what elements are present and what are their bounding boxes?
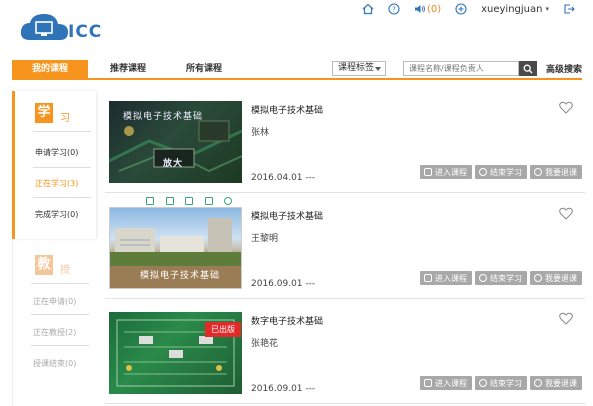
course-date: 2016.04.01 ---	[251, 173, 316, 183]
heart-icon[interactable]	[559, 312, 573, 325]
logo[interactable]: ICC	[20, 8, 110, 46]
tab-all-courses[interactable]: 所有课程	[178, 60, 230, 78]
power-icon	[534, 168, 542, 176]
sidebar-item-finished-learning[interactable]: 完成学习(0)	[35, 209, 78, 220]
checkbox-icon	[424, 274, 432, 282]
withdraw-course-label: 我要退课	[545, 378, 577, 388]
finish-learning-button[interactable]: 结束学习	[475, 165, 527, 179]
chevron-down-icon: ▾	[545, 5, 549, 13]
divider	[31, 283, 89, 284]
course-thumbnail[interactable]: 模拟电子技术基础	[109, 207, 242, 289]
course-teacher: 王黎明	[251, 234, 279, 244]
thumbnail-caption: 模拟电子技术基础	[140, 271, 221, 281]
chevron-down-icon	[375, 67, 381, 71]
help-icon[interactable]: ?	[388, 3, 400, 15]
search-icon	[523, 64, 533, 73]
course-actions: 进入课程 结束学习 我要退课	[420, 271, 582, 285]
logout-icon[interactable]	[563, 3, 575, 15]
power-icon	[479, 274, 487, 282]
power-icon	[479, 168, 487, 176]
withdraw-course-button[interactable]: 我要退课	[530, 271, 582, 285]
thumbnail-subcaption: 放大	[163, 159, 184, 169]
divider	[31, 345, 89, 346]
course-card: 数字电子技术基础 张艳花 2016.09.01 --- 进入课程 结束学习 我要…	[105, 306, 585, 404]
checkbox-icon	[424, 168, 432, 176]
enter-course-button[interactable]: 进入课程	[420, 165, 472, 179]
teach-heading-suffix: 授	[60, 265, 70, 276]
course-tag-select-value: 课程标签	[338, 63, 375, 73]
finish-learning-label: 结束学习	[490, 378, 522, 388]
header: ICC ? (0) xueyingjuan ▾	[0, 0, 593, 56]
course-title[interactable]: 模拟电子技术基础	[251, 209, 323, 222]
course-actions: 进入课程 结束学习 我要退课	[420, 376, 582, 390]
enter-course-label: 进入课程	[435, 167, 467, 177]
speaker-icon	[414, 5, 425, 13]
tab-recommended-courses[interactable]: 推荐课程	[102, 60, 154, 78]
heart-icon[interactable]	[559, 207, 573, 220]
finish-learning-label: 结束学习	[490, 167, 522, 177]
sidebar: 学 习 申请学习(0) 正在学习(3) 完成学习(0) 教 授 正在申请(0) …	[12, 91, 96, 406]
course-actions: 进入课程 结束学习 我要退课	[420, 165, 582, 179]
enter-course-label: 进入课程	[435, 273, 467, 283]
search-input[interactable]	[403, 61, 519, 76]
course-title[interactable]: 数字电子技术基础	[251, 314, 323, 327]
finish-learning-button[interactable]: 结束学习	[475, 376, 527, 390]
notification[interactable]: (0)	[414, 3, 441, 15]
divider	[33, 167, 91, 168]
course-card: 模拟电子技术基础 模拟电子技术基础 王黎明 2016.09.01 --- 进入课…	[105, 201, 585, 299]
learn-heading-char: 学	[35, 103, 53, 123]
logo-text: ICC	[68, 22, 103, 42]
enter-course-label: 进入课程	[435, 378, 467, 388]
heart-icon[interactable]	[559, 101, 573, 114]
sidebar-item-apply-learning[interactable]: 申请学习(0)	[35, 147, 78, 158]
divider	[31, 314, 89, 315]
thumbnail-caption: 模拟电子技术基础	[123, 112, 204, 122]
add-icon[interactable]	[455, 3, 467, 15]
top-toolbar: ? (0) xueyingjuan ▾	[362, 2, 575, 16]
tab-my-courses[interactable]: 我的课程	[12, 60, 88, 78]
username: xueyingjuan	[481, 3, 543, 15]
finish-learning-label: 结束学习	[490, 273, 522, 283]
divider	[33, 197, 91, 198]
enter-course-button[interactable]: 进入课程	[420, 376, 472, 390]
notification-count: (0)	[426, 3, 442, 15]
sidebar-item-applying[interactable]: 正在申请(0)	[33, 296, 76, 307]
sidebar-teach-section: 教 授 正在申请(0) 正在教授(2) 授课结束(0)	[12, 241, 96, 406]
course-thumbnail[interactable]: 模拟电子技术基础 放大	[109, 101, 242, 183]
checkbox-icon	[424, 379, 432, 387]
course-teacher: 张林	[251, 128, 270, 138]
sidebar-item-learning[interactable]: 正在学习(3)	[35, 178, 78, 189]
divider	[33, 131, 91, 132]
sidebar-learn-section: 学 习 申请学习(0) 正在学习(3) 完成学习(0)	[12, 91, 96, 239]
withdraw-course-label: 我要退课	[545, 273, 577, 283]
svg-text:?: ?	[392, 6, 396, 14]
advanced-search-link[interactable]: 高级搜索	[546, 62, 582, 75]
finish-learning-button[interactable]: 结束学习	[475, 271, 527, 285]
course-title[interactable]: 模拟电子技术基础	[251, 103, 323, 116]
home-icon[interactable]	[362, 3, 374, 15]
user-menu[interactable]: xueyingjuan ▾	[481, 4, 549, 15]
withdraw-course-label: 我要退课	[545, 167, 577, 177]
course-date: 2016.09.01 ---	[251, 279, 316, 289]
course-teacher: 张艳花	[251, 339, 279, 349]
published-badge: 已出版	[205, 322, 241, 337]
learn-heading-suffix: 习	[60, 113, 70, 124]
course-date: 2016.09.01 ---	[251, 384, 316, 394]
course-tag-select[interactable]: 课程标签	[332, 61, 386, 76]
sidebar-item-teaching[interactable]: 正在教授(2)	[33, 327, 76, 338]
nav-underline	[12, 78, 582, 80]
power-icon	[534, 379, 542, 387]
cloud-logo-icon	[20, 14, 68, 40]
withdraw-course-button[interactable]: 我要退课	[530, 376, 582, 390]
withdraw-course-button[interactable]: 我要退课	[530, 165, 582, 179]
power-icon	[479, 379, 487, 387]
power-icon	[534, 274, 542, 282]
search-button[interactable]	[519, 61, 537, 76]
teach-heading-char: 教	[35, 255, 53, 275]
course-card: 模拟电子技术基础 放大 模拟电子技术基础 张林 2016.04.01 --- 进…	[105, 95, 585, 193]
enter-course-button[interactable]: 进入课程	[420, 271, 472, 285]
sidebar-item-teaching-ended[interactable]: 授课结束(0)	[33, 358, 76, 369]
